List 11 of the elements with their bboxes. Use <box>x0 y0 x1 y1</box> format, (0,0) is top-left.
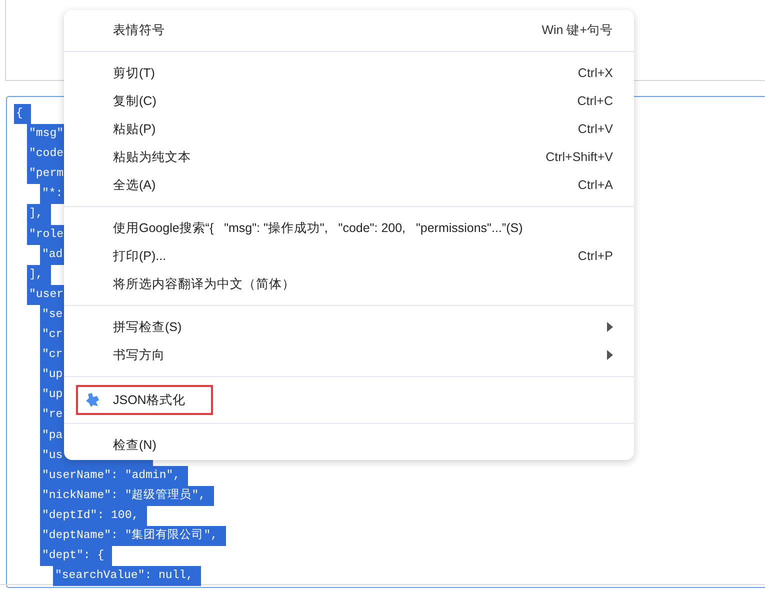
shortcut-text: Ctrl+X <box>578 66 613 80</box>
shortcut-text: Ctrl+C <box>577 94 613 108</box>
menu-item[interactable]: 表情符号 Win 键+句号 <box>64 16 634 44</box>
menu-item[interactable]: 剪切(T) Ctrl+X <box>64 59 634 87</box>
shortcut-text: Ctrl+V <box>578 122 613 136</box>
menu-item[interactable]: 复制(C) Ctrl+C <box>64 87 634 115</box>
shortcut-text: Win 键+句号 <box>542 22 613 38</box>
shortcut-text: Ctrl+A <box>578 178 613 192</box>
extension-icon <box>85 392 101 408</box>
shortcut-text: Ctrl+Shift+V <box>546 150 613 164</box>
shortcut-text: Ctrl+P <box>578 249 613 263</box>
